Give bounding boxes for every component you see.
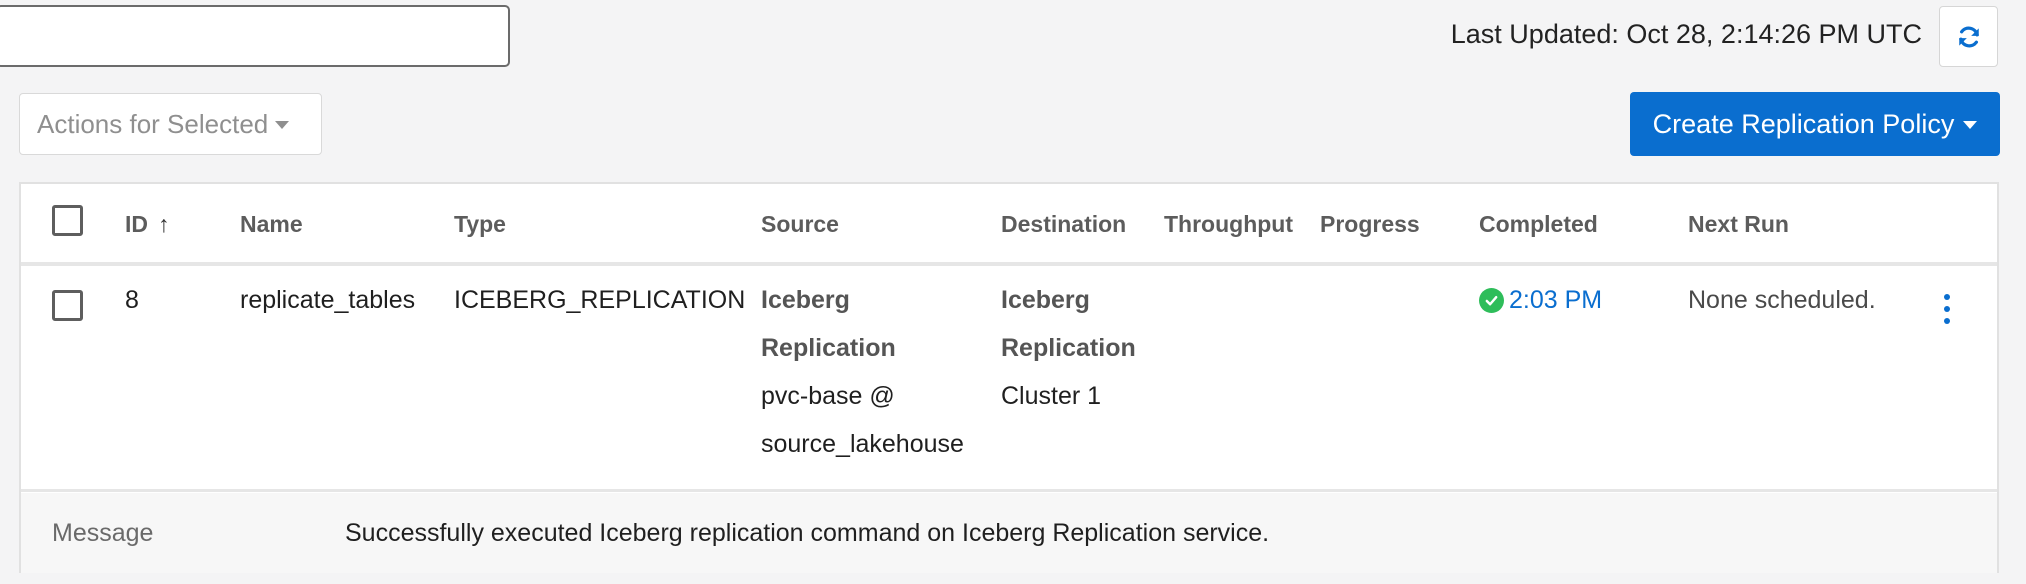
success-check-icon xyxy=(1479,287,1504,313)
column-header-source[interactable]: Source xyxy=(761,208,839,240)
table-header-row: ID ↑ Name Type Source Destination Through… xyxy=(21,184,1997,266)
cell-next-run: None scheduled. xyxy=(1688,286,1876,314)
source-detail-line-1: pvc-base @ xyxy=(761,382,895,410)
select-all-checkbox[interactable] xyxy=(52,205,83,236)
column-header-next-run[interactable]: Next Run xyxy=(1688,208,1789,240)
cell-source: Iceberg Replication pvc-base @ source_la… xyxy=(761,276,964,468)
refresh-button[interactable] xyxy=(1939,6,1998,67)
cell-destination: Iceberg Replication Cluster 1 xyxy=(1001,276,1136,420)
actions-for-selected-button[interactable]: Actions for Selected xyxy=(19,93,322,155)
search-input[interactable] xyxy=(0,5,510,67)
cell-name: replicate_tables xyxy=(240,286,416,314)
source-service-line-2: Replication xyxy=(761,334,896,362)
row-actions-kebab-icon[interactable] xyxy=(1941,294,1953,324)
column-header-name[interactable]: Name xyxy=(240,208,303,240)
row-select-checkbox[interactable] xyxy=(52,290,83,321)
cell-id: 8 xyxy=(125,286,139,314)
column-header-progress[interactable]: Progress xyxy=(1320,208,1420,240)
column-header-completed[interactable]: Completed xyxy=(1479,208,1598,240)
message-label: Message xyxy=(52,519,154,547)
replication-policies-table: ID ↑ Name Type Source Destination Through… xyxy=(19,182,1999,573)
destination-detail: Cluster 1 xyxy=(1001,382,1102,410)
destination-service-line-1: Iceberg xyxy=(1001,286,1090,314)
message-text: Successfully executed Iceberg replicatio… xyxy=(345,519,1270,547)
sort-ascending-icon: ↑ xyxy=(158,211,170,237)
refresh-icon xyxy=(1958,26,1979,47)
cell-type: ICEBERG_REPLICATION xyxy=(454,286,746,314)
actions-for-selected-label: Actions for Selected xyxy=(37,108,269,139)
last-updated-text: Last Updated: Oct 28, 2:14:26 PM UTC xyxy=(1450,19,1922,49)
column-header-id[interactable]: ID ↑ xyxy=(125,208,170,240)
completed-time: 2:03 PM xyxy=(1509,286,1603,314)
column-header-type[interactable]: Type xyxy=(454,208,506,240)
source-detail-line-2: source_lakehouse xyxy=(761,430,964,458)
column-header-throughput[interactable]: Throughput xyxy=(1164,208,1293,240)
completed-link[interactable]: 2:03 PM xyxy=(1479,276,1602,324)
create-replication-policy-label: Create Replication Policy xyxy=(1652,108,1955,139)
column-header-destination[interactable]: Destination xyxy=(1001,208,1126,240)
chevron-down-icon xyxy=(1963,121,1978,129)
source-service-line-1: Iceberg xyxy=(761,286,850,314)
destination-service-line-2: Replication xyxy=(1001,334,1136,362)
create-replication-policy-button[interactable]: Create Replication Policy xyxy=(1630,92,2000,156)
cell-completed: 2:03 PM xyxy=(1479,276,1602,324)
column-header-id-label: ID xyxy=(125,211,148,237)
table-row: 8 replicate_tables ICEBERG_REPLICATION I… xyxy=(21,270,1997,492)
replication-policies-page: Last Updated: Oct 28, 2:14:26 PM UTC Act… xyxy=(0,0,2026,584)
chevron-down-icon xyxy=(275,121,290,129)
message-row: Message Successfully executed Iceberg re… xyxy=(21,493,1997,573)
